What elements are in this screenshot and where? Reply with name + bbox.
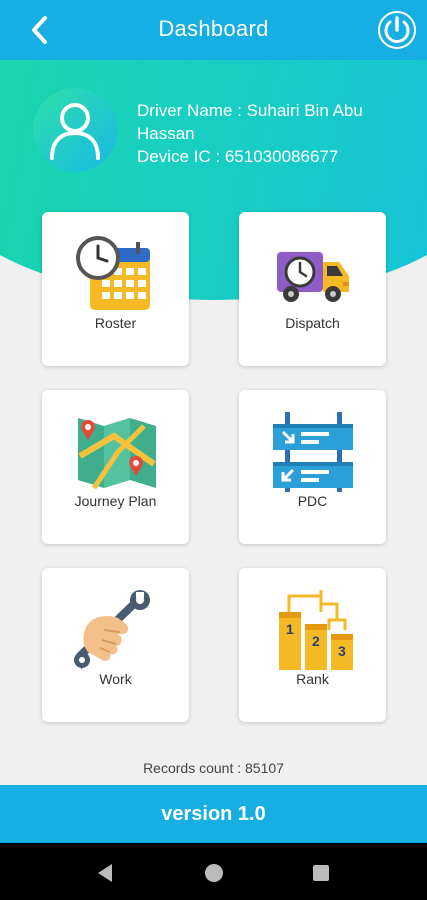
tile-label: Journey Plan [74,493,157,509]
page-title: Dashboard [158,16,269,41]
version-label: version 1.0 [0,785,427,843]
dashboard-screen: Dashboard Driver Name : Suhairi Bin Abu … [0,0,427,900]
dispatch-tile[interactable]: Dispatch [239,212,386,366]
square-recents-icon [313,865,329,881]
signpost-icon [272,412,353,492]
tile-label: Dispatch [285,315,340,331]
tile-label: Work [99,671,132,687]
tile-label: Roster [94,315,137,331]
pdc-tile[interactable]: PDC [239,390,386,544]
svg-text:3: 3 [338,643,346,659]
device-ic: Device IC : 651030086677 [137,147,339,166]
tile-label: PDC [297,493,328,509]
records-count: Records count : 85107 [143,760,284,776]
triangle-back-icon [98,864,112,882]
power-icon [378,11,416,49]
roster-tile[interactable]: Roster [42,212,189,366]
truck-clock-icon [276,252,349,302]
nav-back-button[interactable] [94,861,118,885]
tile-label: Rank [296,671,329,687]
map-pins-icon [77,418,156,490]
driver-name: Driver Name : Suhairi Bin Abu Hassan [137,101,363,143]
power-button[interactable] [377,10,417,50]
system-nav-bar [0,843,427,900]
nav-home-button[interactable] [202,861,226,885]
svg-text:1: 1 [286,621,294,637]
calendar-clock-icon [75,236,150,310]
rank-tile[interactable]: 1 2 3 Rank [239,568,386,722]
journey-plan-tile[interactable]: Journey Plan [42,390,189,544]
hand-wrench-icon [73,590,150,670]
driver-info: Driver Name : Suhairi Bin Abu Hassan Dev… [137,99,412,168]
work-tile[interactable]: Work [42,568,189,722]
nav-recents-button[interactable] [309,861,333,885]
circle-home-icon [205,864,223,882]
user-icon [50,103,100,160]
top-bar: Dashboard [0,0,427,60]
svg-text:2: 2 [312,633,320,649]
podium-icon: 1 2 3 [278,590,353,670]
avatar [33,88,117,172]
